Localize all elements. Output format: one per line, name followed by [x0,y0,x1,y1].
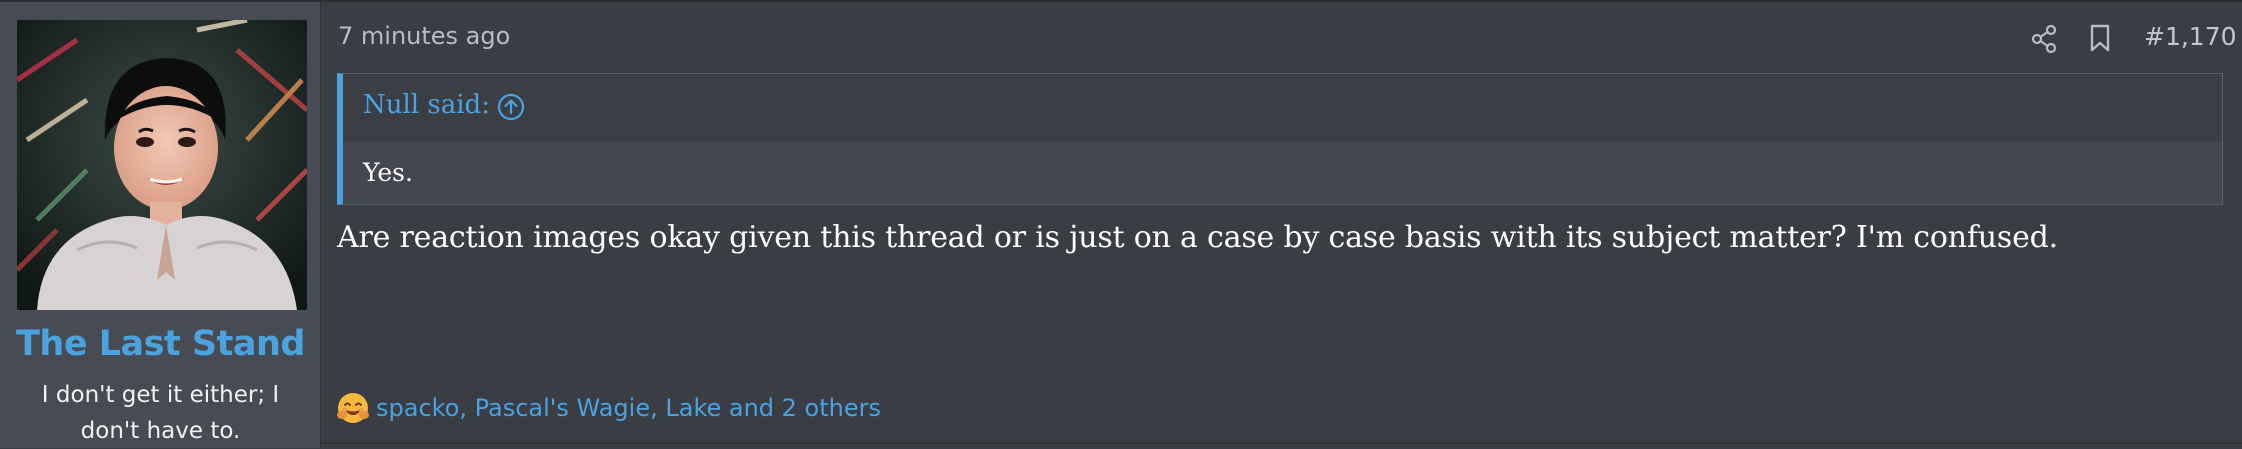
username-link[interactable]: The Last Stand [0,324,321,364]
arrow-up-circle-icon[interactable] [495,91,527,123]
post-divider [321,442,2242,444]
post-number-link[interactable]: #1,170 [2144,22,2237,51]
avatar[interactable] [17,20,307,310]
post-timestamp[interactable]: 7 minutes ago [338,22,510,50]
reactions-bar: spacko, Pascal's Wagie, Lake and 2 other… [336,391,881,425]
hugging-face-emoji-icon[interactable] [336,391,370,425]
quote-header: Null said: [343,74,2222,142]
share-icon[interactable] [2030,24,2058,54]
bookmark-icon[interactable] [2088,23,2112,53]
quote-block: Null said: Yes. [337,73,2223,205]
forum-post: The Last Stand I don't get it either; I … [0,0,2242,448]
quote-text: Yes. [363,158,413,187]
reaction-users-link[interactable]: spacko, Pascal's Wagie, Lake and 2 other… [376,394,881,422]
author-sidebar: The Last Stand I don't get it either; I … [0,2,321,448]
quote-author-link[interactable]: Null said: [363,90,490,120]
avatar-image [17,20,307,310]
user-title: I don't get it either; I don't have to. [41,382,280,444]
post-message: Are reaction images okay given this thre… [337,220,2058,255]
